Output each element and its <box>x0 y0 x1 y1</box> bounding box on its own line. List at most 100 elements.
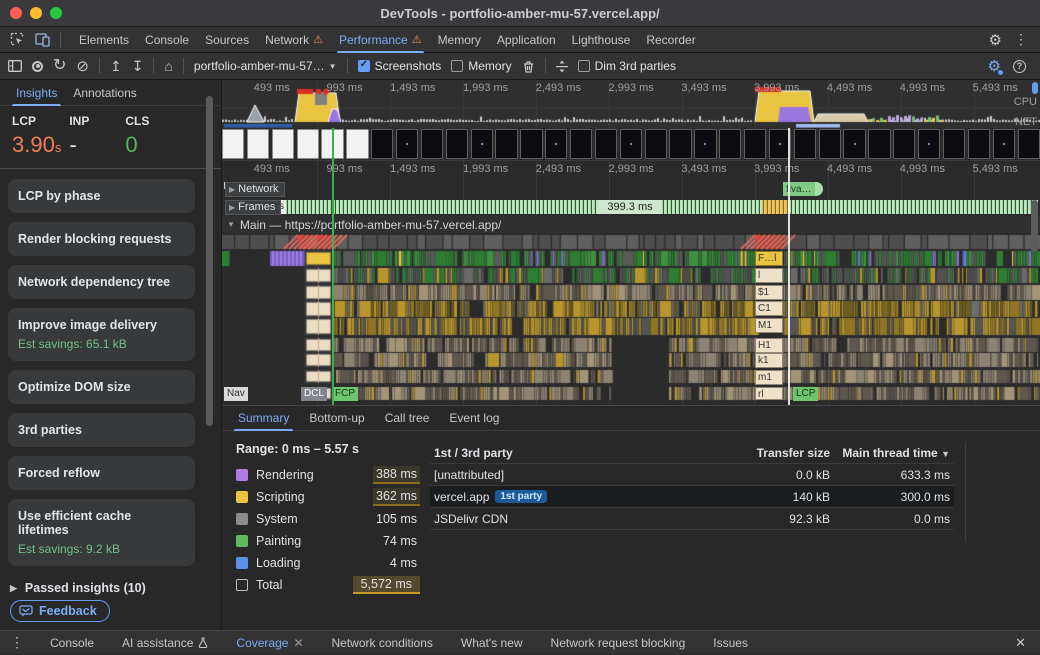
screenshot-frame[interactable] <box>918 129 940 159</box>
flamechart-scrollbar-thumb[interactable] <box>1031 200 1038 252</box>
fcp-marker[interactable]: FCP <box>332 387 358 401</box>
table-row[interactable]: [unattributed] 0.0 kB 633.3 ms <box>430 464 954 486</box>
insight-card[interactable]: Render blocking requests <box>8 222 195 256</box>
screenshot-frame[interactable] <box>1018 129 1040 159</box>
web-vital-metric[interactable]: LCP 3.90s <box>12 114 69 158</box>
device-toolbar-icon[interactable] <box>35 33 50 47</box>
dropped-frames-bar[interactable] <box>762 200 788 214</box>
screenshot-frame[interactable] <box>595 129 617 159</box>
performance-settings-gear-icon[interactable]: ⚙ <box>988 57 1001 75</box>
screenshot-frame[interactable] <box>694 129 716 159</box>
dim-3rd-parties-checkbox[interactable]: Dim 3rd parties <box>578 59 676 73</box>
drawer-tab[interactable]: Console <box>36 631 108 655</box>
devtools-tab[interactable]: Lighthouse <box>564 27 639 53</box>
screenshot-frame[interactable] <box>371 129 393 159</box>
screenshot-frame[interactable] <box>570 129 592 159</box>
network-lane[interactable]: ▶ Network fiva… <box>222 180 1040 198</box>
insight-card[interactable]: 3rd parties <box>8 413 195 447</box>
col-transfer-size[interactable]: Transfer size <box>720 446 830 460</box>
main-thread-flamechart[interactable] <box>222 233 1040 405</box>
table-row[interactable]: vercel.app 1st party 140 kB 300.0 ms <box>430 486 954 508</box>
screenshot-frame[interactable] <box>222 129 244 159</box>
screenshot-frame[interactable] <box>893 129 915 159</box>
timeline-overview[interactable]: 493 ms993 ms1,493 ms1,993 ms2,493 ms2,99… <box>222 80 1040 128</box>
drawer-tab[interactable]: What's new <box>447 631 537 655</box>
devtools-tab[interactable]: Sources <box>197 27 257 53</box>
long-frame-duration[interactable]: 399.3 ms <box>598 200 662 214</box>
screenshot-frame[interactable] <box>669 129 691 159</box>
devtools-tab[interactable]: Performance ⚠ <box>331 27 430 53</box>
detail-tab[interactable]: Call tree <box>377 406 438 431</box>
screenshot-frame[interactable] <box>819 129 841 159</box>
stack-frame-label[interactable]: k1 <box>755 353 783 368</box>
devtools-tab[interactable]: Recorder <box>638 27 703 53</box>
screenshot-frame[interactable] <box>645 129 667 159</box>
drawer-tab[interactable]: Coverage ✕ <box>222 631 317 655</box>
nav-marker[interactable]: Nav <box>224 387 248 401</box>
stack-frame-label[interactable]: H1 <box>755 338 783 353</box>
insight-card[interactable]: Optimize DOM size <box>8 370 195 404</box>
stack-frame-label[interactable]: m1 <box>755 370 783 385</box>
frames-lane[interactable]: ms 399.3 ms ▶ Frames <box>222 198 1040 216</box>
screenshot-filmstrip[interactable] <box>222 128 1040 160</box>
sidebar-scrollbar[interactable] <box>206 96 213 426</box>
detail-tab[interactable]: Summary <box>230 406 297 431</box>
frames-bars[interactable] <box>286 200 1038 214</box>
screenshots-checkbox[interactable]: Screenshots <box>358 59 442 73</box>
screenshot-frame[interactable] <box>719 129 741 159</box>
collapse-flame-icon[interactable] <box>556 60 568 73</box>
screenshot-frame[interactable] <box>943 129 965 159</box>
table-scrollbar-track[interactable] <box>965 442 966 542</box>
insight-card[interactable]: Forced reflow <box>8 456 195 490</box>
screenshot-frame[interactable] <box>620 129 642 159</box>
network-lane-chip[interactable]: ▶ Network <box>225 182 285 197</box>
drawer-tab[interactable]: Issues <box>699 631 762 655</box>
garbage-collect-icon[interactable] <box>522 60 535 73</box>
col-main-thread-time[interactable]: Main thread time ▼ <box>830 446 950 460</box>
devtools-tab[interactable]: Application <box>489 27 564 53</box>
detail-tab[interactable]: Event log <box>441 406 507 431</box>
devtools-tab[interactable]: Network ⚠ <box>257 27 331 53</box>
main-thread-track-header[interactable]: ▼ Main — https://portfolio-amber-mu-57.v… <box>222 216 1040 233</box>
screenshot-frame[interactable] <box>346 129 368 159</box>
drawer-tab[interactable]: Network conditions <box>318 631 447 655</box>
sidebar-tab[interactable]: Insights <box>10 80 63 106</box>
stack-frame-label[interactable]: M1 <box>755 318 783 333</box>
drawer-tab[interactable]: Network request blocking <box>537 631 700 655</box>
devtools-tab[interactable]: Console <box>137 27 197 53</box>
screenshot-frame[interactable] <box>993 129 1015 159</box>
dcl-marker[interactable]: DCL <box>301 387 327 401</box>
screenshot-frame[interactable] <box>744 129 766 159</box>
insight-card[interactable]: LCP by phase <box>8 179 195 213</box>
stack-frame-label[interactable]: C1 <box>755 301 783 316</box>
screenshot-frame[interactable] <box>843 129 865 159</box>
help-icon[interactable]: ? <box>1013 60 1026 73</box>
frames-lane-chip[interactable]: ▶ Frames <box>225 200 281 215</box>
web-vital-metric[interactable]: INP - <box>69 114 125 158</box>
screenshot-frame[interactable] <box>396 129 418 159</box>
toggle-sidebar-icon[interactable] <box>8 60 22 72</box>
insight-card[interactable]: Use efficient cache lifetimes Est saving… <box>8 499 195 566</box>
stack-frame-label[interactable]: F…l <box>755 251 783 266</box>
drawer-tab[interactable]: AI assistance <box>108 631 222 655</box>
screenshot-frame[interactable] <box>495 129 517 159</box>
screenshot-frame[interactable] <box>545 129 567 159</box>
load-profile-icon[interactable]: ↥ <box>110 59 122 73</box>
devtools-tab[interactable]: Memory <box>430 27 489 53</box>
devtools-tab[interactable]: Elements <box>71 27 137 53</box>
screenshot-frame[interactable] <box>520 129 542 159</box>
web-vital-metric[interactable]: CLS 0 <box>125 114 181 158</box>
sidebar-tab[interactable]: Annotations <box>67 80 142 106</box>
close-tab-icon[interactable]: ✕ <box>293 631 303 655</box>
table-row[interactable]: JSDelivr CDN 92.3 kB 0.0 ms <box>430 508 954 530</box>
more-options-icon[interactable]: ⋮ <box>1014 31 1028 48</box>
screenshot-frame[interactable] <box>297 129 319 159</box>
overview-scrollbar-thumb[interactable] <box>1032 82 1038 94</box>
history-select[interactable]: portfolio-amber-mu-57… ▼ <box>194 59 337 73</box>
col-party[interactable]: 1st / 3rd party <box>434 446 720 460</box>
insight-card[interactable]: Improve image delivery Est savings: 65.1… <box>8 308 195 361</box>
reload-and-record-button[interactable]: ↻ <box>53 58 66 74</box>
save-profile-icon[interactable]: ↧ <box>132 59 144 73</box>
memory-checkbox[interactable]: Memory <box>451 59 511 73</box>
clear-recording-button[interactable]: ⊘ <box>76 59 89 74</box>
